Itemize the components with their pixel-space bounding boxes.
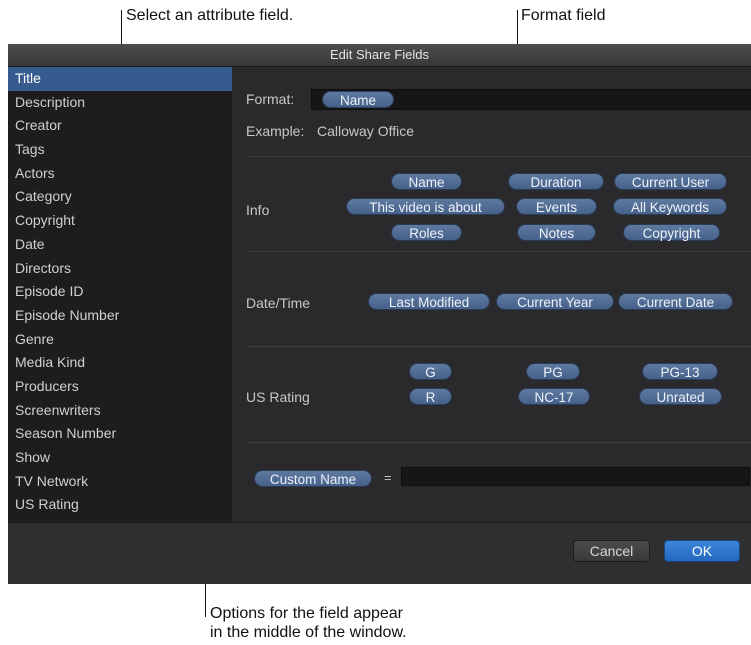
- custom-name-field[interactable]: [401, 467, 750, 486]
- sidebar-item-tv-network[interactable]: TV Network: [8, 470, 232, 494]
- sidebar-item-category[interactable]: Category: [8, 185, 232, 209]
- callout-format-text: Format field: [521, 7, 606, 24]
- rating-token-pg[interactable]: PG: [526, 363, 580, 380]
- info-token-this-video-is-about[interactable]: This video is about: [346, 198, 505, 215]
- window-title: Edit Share Fields: [8, 44, 751, 67]
- format-field[interactable]: Name: [311, 89, 751, 110]
- divider-3: [248, 346, 751, 347]
- example-label: Example:: [246, 123, 305, 139]
- divider-2: [248, 251, 751, 252]
- info-label: Info: [246, 202, 270, 218]
- callout-options-text-2: in the middle of the window.: [210, 624, 407, 641]
- info-token-duration[interactable]: Duration: [508, 173, 604, 190]
- sidebar-item-us-rating[interactable]: US Rating: [8, 493, 232, 517]
- rating-token-unrated[interactable]: Unrated: [639, 388, 722, 405]
- sidebar-item-copyright[interactable]: Copyright: [8, 209, 232, 233]
- info-token-notes[interactable]: Notes: [517, 224, 596, 241]
- custom-equals: =: [384, 470, 392, 485]
- info-token-current-user[interactable]: Current User: [614, 173, 727, 190]
- sidebar-item-tags[interactable]: Tags: [8, 138, 232, 162]
- rating-token-r[interactable]: R: [409, 388, 452, 405]
- sidebar-item-date[interactable]: Date: [8, 233, 232, 257]
- sidebar-item-description[interactable]: Description: [8, 91, 232, 115]
- cancel-button[interactable]: Cancel: [573, 540, 650, 562]
- info-token-events[interactable]: Events: [516, 198, 597, 215]
- callout-options-text-1: Options for the field appear: [210, 605, 404, 622]
- sidebar-item-genre[interactable]: Genre: [8, 328, 232, 352]
- sidebar-item-episode-id[interactable]: Episode ID: [8, 280, 232, 304]
- us-rating-label: US Rating: [246, 389, 310, 405]
- custom-name-token[interactable]: Custom Name: [254, 470, 372, 487]
- sidebar-item-creator[interactable]: Creator: [8, 114, 232, 138]
- sidebar-item-show[interactable]: Show: [8, 446, 232, 470]
- info-token-name[interactable]: Name: [391, 173, 462, 190]
- rating-token-g[interactable]: G: [409, 363, 452, 380]
- rating-token-pg-13[interactable]: PG-13: [642, 363, 718, 380]
- divider-4: [248, 442, 751, 443]
- info-token-roles[interactable]: Roles: [391, 224, 462, 241]
- datetime-label: Date/Time: [246, 295, 311, 311]
- sidebar-item-actors[interactable]: Actors: [8, 162, 232, 186]
- ok-button[interactable]: OK: [664, 540, 740, 562]
- info-token-copyright[interactable]: Copyright: [623, 224, 720, 241]
- info-token-all-keywords[interactable]: All Keywords: [613, 198, 727, 215]
- example-value: Calloway Office: [317, 123, 415, 139]
- datetime-token-last-modified[interactable]: Last Modified: [368, 293, 490, 310]
- sidebar-item-episode-number[interactable]: Episode Number: [8, 304, 232, 328]
- sidebar-item-screenwriters[interactable]: Screenwriters: [8, 399, 232, 423]
- datetime-token-current-date[interactable]: Current Date: [618, 293, 733, 310]
- sidebar-item-season-number[interactable]: Season Number: [8, 422, 232, 446]
- sidebar-item-directors[interactable]: Directors: [8, 257, 232, 281]
- rating-token-nc-17[interactable]: NC-17: [518, 388, 590, 405]
- divider-1: [248, 156, 751, 157]
- format-token-name[interactable]: Name: [322, 91, 394, 108]
- field-options-panel: Format: Name Example: Calloway Office In…: [232, 67, 751, 522]
- datetime-token-current-year[interactable]: Current Year: [496, 293, 614, 310]
- dialog-footer: Cancel OK: [8, 522, 751, 584]
- sidebar-item-media-kind[interactable]: Media Kind: [8, 351, 232, 375]
- attribute-list: Title Description Creator Tags Actors Categor…: [8, 67, 232, 522]
- format-label: Format:: [246, 91, 295, 107]
- edit-share-fields-window: Edit Share Fields Title Description Creato…: [8, 44, 751, 584]
- callout-attribute-text: Select an attribute field.: [126, 7, 294, 24]
- sidebar-item-title[interactable]: Title: [8, 67, 232, 91]
- sidebar-item-producers[interactable]: Producers: [8, 375, 232, 399]
